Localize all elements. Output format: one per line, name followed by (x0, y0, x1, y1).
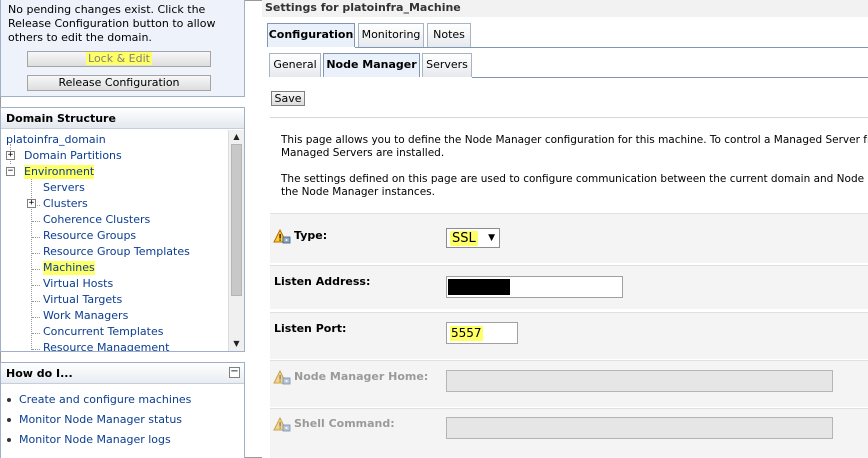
tab-notes[interactable]: Notes (427, 23, 471, 47)
scroll-up-icon[interactable]: ▲ (229, 130, 244, 144)
tree-connector (32, 333, 40, 334)
divider (270, 117, 868, 118)
list-item[interactable]: Create and configure machines (1, 393, 241, 413)
tab-monitoring[interactable]: Monitoring (358, 23, 424, 47)
warning-lock-icon (273, 229, 291, 244)
domain-tree: platoinfra_domain + Domain Partitions − … (1, 130, 227, 351)
tree-item-virtual-targets[interactable]: Virtual Targets (43, 293, 122, 307)
tree-connector (32, 253, 40, 254)
tree-connector (32, 317, 40, 318)
expand-icon[interactable]: + (6, 151, 15, 160)
tree-item-environment[interactable]: Environment (24, 165, 95, 179)
bullet-icon (7, 418, 11, 422)
tree-connector (32, 285, 40, 286)
page-title: Settings for platoinfra_Machine (262, 0, 868, 17)
tree-item-coherence-clusters[interactable]: Coherence Clusters (43, 213, 150, 227)
how-do-i-title: How do I... (6, 367, 73, 380)
type-row (270, 213, 868, 263)
subtab-underline (472, 77, 868, 78)
collapse-panel-icon[interactable]: − (229, 367, 240, 378)
subtab-general[interactable]: General (269, 53, 321, 77)
list-item[interactable]: Monitor Node Manager status (1, 413, 241, 433)
how-do-i-panel: How do I... − Create and configure machi… (0, 362, 245, 458)
howdo-link[interactable]: Monitor Node Manager status (19, 413, 182, 426)
tree-connector (32, 349, 40, 350)
shell-command-input[interactable] (446, 417, 833, 439)
type-select-value: SSL (450, 231, 478, 246)
save-button[interactable]: Save (271, 91, 305, 106)
tree-item-work-managers[interactable]: Work Managers (43, 309, 128, 323)
tree-item-clusters[interactable]: Clusters (43, 197, 88, 211)
howdo-link[interactable]: Create and configure machines (19, 393, 191, 406)
scroll-thumb[interactable] (231, 144, 242, 296)
description-line: This page allows you to define the Node … (281, 134, 868, 146)
description-line: Managed Servers are installed. (281, 147, 445, 159)
howdo-link[interactable]: Monitor Node Manager logs (19, 433, 171, 446)
node-manager-home-input[interactable] (446, 370, 833, 392)
listen-address-label: Listen Address: (274, 275, 371, 288)
how-do-i-list: Create and configure machines Monitor No… (1, 393, 241, 453)
tree-connector (32, 221, 40, 222)
tree-item-domain-partitions[interactable]: Domain Partitions (24, 149, 122, 163)
tree-scrollbar[interactable]: ▲ ▼ (228, 130, 244, 351)
tree-item-machines[interactable]: Machines (43, 261, 95, 275)
lock-edit-button[interactable]: Lock & Edit (27, 51, 211, 67)
warning-lock-icon (273, 417, 291, 432)
listen-port-input[interactable]: 5557 (446, 322, 518, 344)
type-label: Type: (294, 229, 328, 242)
tree-item-resource-group-templates[interactable]: Resource Group Templates (43, 245, 190, 259)
bullet-icon (7, 398, 11, 402)
domain-structure-panel: Domain Structure platoinfra_domain + Dom… (0, 107, 245, 352)
listen-port-value: 5557 (450, 326, 483, 341)
tree-connector (32, 269, 40, 270)
tree-connector (32, 237, 40, 238)
domain-structure-title: Domain Structure (1, 108, 244, 129)
release-configuration-button[interactable]: Release Configuration (27, 75, 211, 91)
warning-lock-icon (273, 370, 291, 385)
listen-port-row (270, 312, 868, 359)
list-item[interactable]: Monitor Node Manager logs (1, 433, 241, 453)
shell-command-label: Shell Command: (294, 417, 395, 430)
tree-item-resource-groups[interactable]: Resource Groups (43, 229, 136, 243)
tree-connector (32, 301, 40, 302)
tab-configuration[interactable]: Configuration (267, 23, 355, 47)
description-line: The settings defined on this page are us… (281, 173, 868, 185)
lock-edit-label: Lock & Edit (86, 52, 152, 65)
subtab-node-manager[interactable]: Node Manager (323, 53, 420, 77)
tree-item-domain[interactable]: platoinfra_domain (6, 133, 106, 147)
description-line: the Node Manager instances. (281, 186, 435, 198)
tree-item-servers[interactable]: Servers (43, 181, 85, 195)
scroll-down-icon[interactable]: ▼ (229, 337, 244, 351)
tab-underline (355, 47, 868, 48)
type-select[interactable]: SSL ▼ (446, 228, 500, 248)
collapse-icon[interactable]: − (6, 167, 15, 176)
expand-icon[interactable]: + (27, 199, 36, 208)
tree-item-virtual-hosts[interactable]: Virtual Hosts (43, 277, 113, 291)
how-do-i-header: How do I... − (1, 363, 244, 384)
bullet-icon (7, 438, 11, 442)
listen-address-input[interactable] (446, 276, 623, 298)
change-center-panel: No pending changes exist. Click the Rele… (0, 0, 245, 97)
tree-item-resource-management[interactable]: Resource Management (43, 341, 169, 351)
tree-item-concurrent-templates[interactable]: Concurrent Templates (43, 325, 163, 339)
subtab-servers[interactable]: Servers (422, 53, 472, 77)
change-center-message: No pending changes exist. Click the Rele… (8, 3, 216, 44)
redacted-value (448, 279, 510, 295)
dropdown-arrow-icon[interactable]: ▼ (488, 232, 495, 245)
node-manager-home-label: Node Manager Home: (294, 370, 429, 383)
listen-port-label: Listen Port: (274, 322, 347, 335)
